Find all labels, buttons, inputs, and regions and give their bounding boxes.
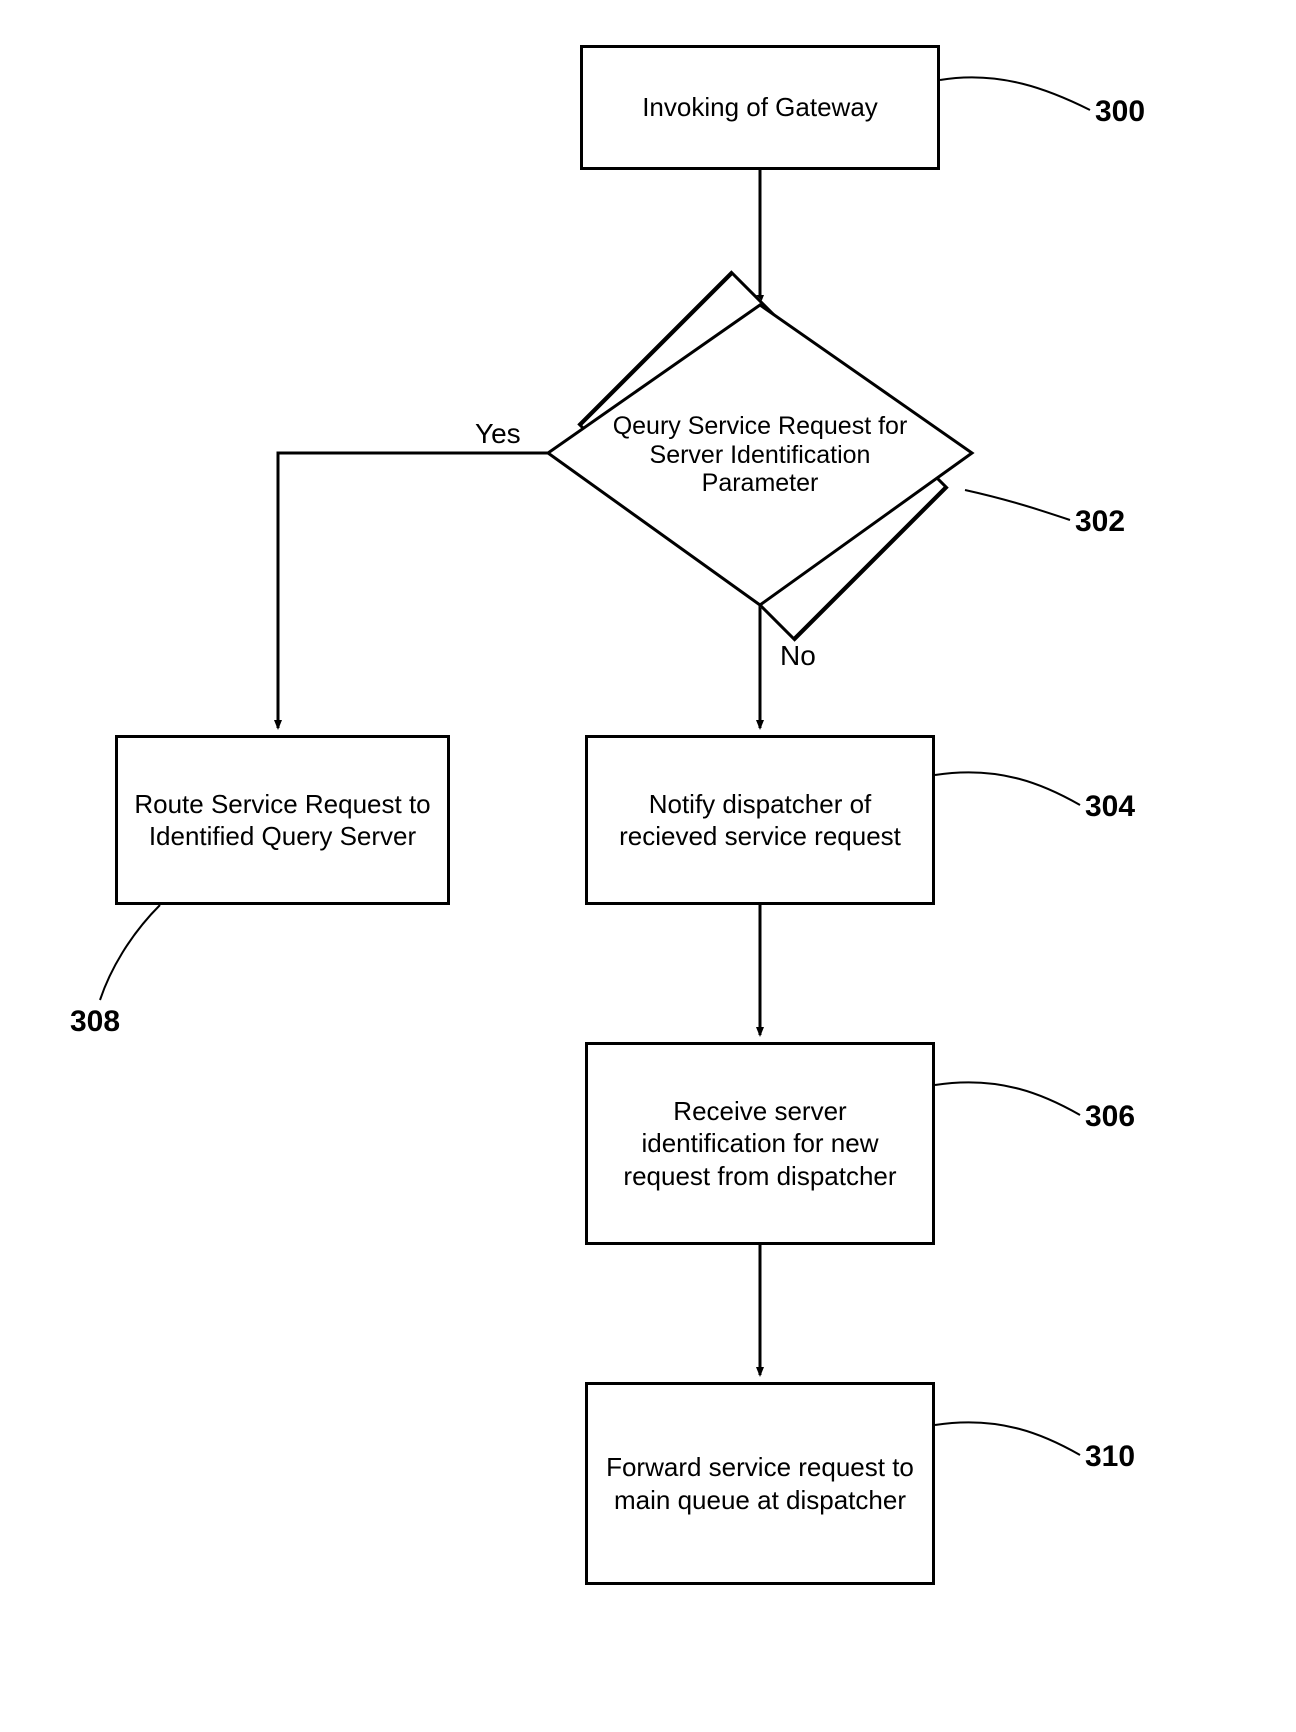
node-304: Notify dispatcher of recieved service re… bbox=[585, 735, 935, 905]
node-308: Route Service Request to Identified Quer… bbox=[115, 735, 450, 905]
node-308-text: Route Service Request to Identified Quer… bbox=[128, 788, 437, 853]
node-306-text: Receive server identification for new re… bbox=[598, 1095, 922, 1193]
ref-302: 302 bbox=[1075, 505, 1125, 539]
ref-310: 310 bbox=[1085, 1440, 1135, 1474]
edge-yes-label: Yes bbox=[475, 418, 521, 450]
node-302-text: Qeury Service Request for Server Identif… bbox=[595, 370, 925, 540]
edge-no-label: No bbox=[780, 640, 816, 672]
node-304-text: Notify dispatcher of recieved service re… bbox=[598, 788, 922, 853]
flowchart-canvas: Invoking of Gateway 300 Qeury Service Re… bbox=[0, 0, 1296, 1732]
node-306: Receive server identification for new re… bbox=[585, 1042, 935, 1245]
ref-306: 306 bbox=[1085, 1100, 1135, 1134]
ref-304: 304 bbox=[1085, 790, 1135, 824]
node-310-text: Forward service request to main queue at… bbox=[598, 1451, 922, 1516]
ref-308: 308 bbox=[70, 1005, 120, 1039]
node-310: Forward service request to main queue at… bbox=[585, 1382, 935, 1585]
